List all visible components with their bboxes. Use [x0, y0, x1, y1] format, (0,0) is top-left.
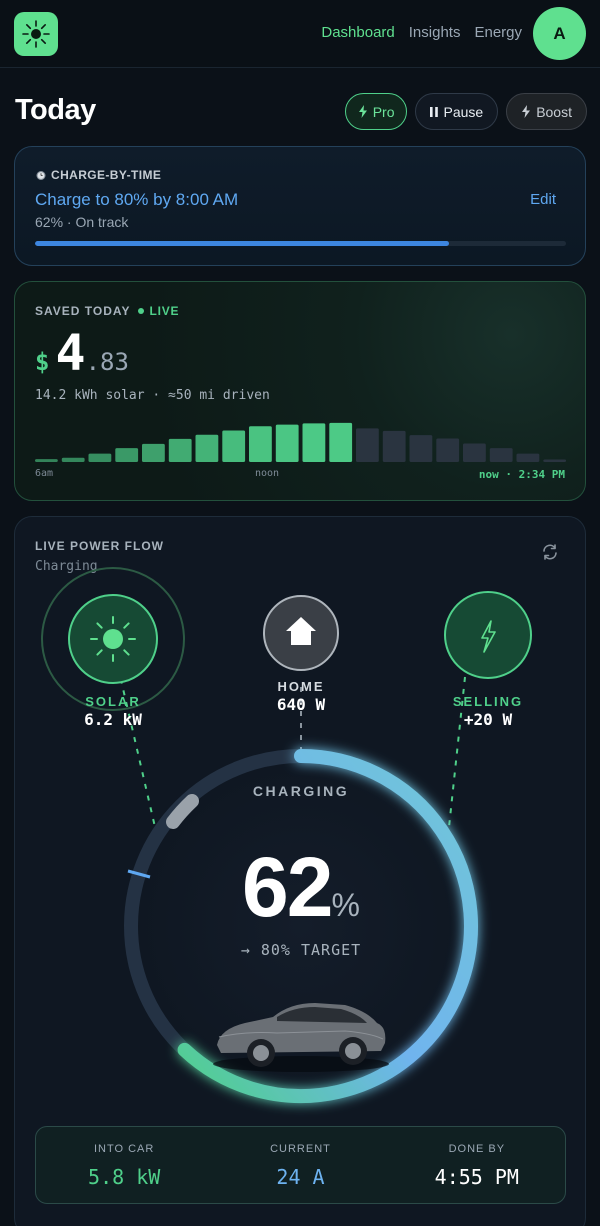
charge-by-time-card: CHARGE-BY-TIME Charge to 80% by 8:00 AM … — [14, 146, 586, 266]
stat-value: 4:55 PM — [434, 1165, 519, 1189]
bolt-icon — [522, 105, 531, 118]
charge-goal-status: 62% · On track — [35, 214, 129, 230]
savings-bar — [61, 457, 85, 462]
savings-bar — [88, 453, 112, 462]
saved-today-card: SAVED TODAY LIVE $ 4 .83 14.2 kWh solar … — [14, 281, 586, 501]
savings-bar — [115, 448, 139, 462]
saved-subtitle: 14.2 kWh solar · ≈50 mi driven — [35, 388, 270, 403]
charge-goal-progress — [35, 241, 566, 246]
stat-value: 24 A — [276, 1165, 325, 1189]
saved-currency: $ — [35, 348, 50, 376]
solar-value: 6.2 kW — [84, 710, 142, 729]
sun-icon — [22, 20, 50, 48]
charge-percent: 62% — [201, 839, 401, 936]
top-nav: Dashboard Insights Energy A — [0, 0, 600, 68]
saved-amount-dec: .83 — [85, 348, 129, 376]
saved-amount: $ 4 .83 — [35, 324, 129, 382]
savings-bar — [516, 453, 540, 462]
savings-bar — [302, 423, 326, 462]
edit-button[interactable]: Edit — [530, 191, 556, 208]
user-avatar[interactable]: A — [533, 7, 586, 60]
savings-bar — [142, 443, 165, 462]
savings-bar — [356, 428, 379, 462]
savings-bar-chart — [35, 422, 566, 462]
app-logo[interactable] — [14, 12, 58, 56]
now-label: now · 2:34 PM — [478, 468, 565, 481]
power-flow-card: LIVE POWER FLOW Charging SOLAR 6.2 kW HO… — [14, 516, 586, 1226]
savings-bar — [489, 448, 513, 462]
savings-bar — [249, 426, 272, 462]
charging-label: CHARGING — [252, 783, 350, 799]
pro-label: Pro — [372, 103, 395, 120]
saved-amount-int: 4 — [55, 324, 86, 382]
x-label-noon: noon — [255, 468, 280, 479]
charge-goal-progress-fill — [35, 241, 450, 246]
savings-bar — [436, 438, 460, 462]
savings-bar — [382, 430, 406, 462]
charge-percent-value: 62 — [242, 840, 333, 934]
stat-done-by: DONE BY 4:55 PM — [389, 1127, 565, 1203]
pause-button[interactable]: Pause — [415, 93, 499, 130]
live-badge: LIVE — [138, 304, 179, 318]
charge-goal-title: Charge to 80% by 8:00 AM — [35, 190, 239, 209]
boost-button[interactable]: Boost — [506, 93, 587, 130]
sun-icon — [90, 616, 136, 662]
pause-icon — [430, 106, 439, 117]
stat-label: DONE BY — [448, 1143, 506, 1155]
bolt-icon — [358, 105, 367, 118]
savings-bar — [35, 459, 58, 462]
nav-insights[interactable]: Insights — [409, 24, 461, 41]
stat-current: CURRENT 24 A — [212, 1127, 388, 1203]
nav-dashboard[interactable]: Dashboard — [321, 24, 394, 41]
live-label: LIVE — [149, 304, 180, 318]
charge-target: → 80% TARGET — [240, 941, 362, 959]
pro-button[interactable]: Pro — [344, 93, 408, 130]
savings-bar — [543, 459, 566, 462]
nav-energy[interactable]: Energy — [474, 24, 522, 41]
charge-percent-symbol: % — [331, 887, 360, 923]
savings-bar — [195, 434, 219, 462]
stat-into-car: INTO CAR 5.8 kW — [36, 1127, 212, 1203]
savings-bar — [329, 422, 353, 462]
home-label: HOME — [277, 679, 325, 694]
pause-label: Pause — [443, 103, 484, 120]
stat-label: INTO CAR — [93, 1143, 155, 1155]
power-flow-diagram — [41, 567, 532, 1103]
savings-bar — [222, 430, 246, 462]
savings-bar — [463, 443, 486, 462]
charge-stats: INTO CAR 5.8 kW CURRENT 24 A DONE BY 4:5… — [35, 1126, 566, 1204]
selling-value: +20 W — [463, 710, 513, 729]
charge-by-time-label: CHARGE-BY-TIME — [51, 168, 162, 182]
stat-label: CURRENT — [270, 1143, 331, 1155]
x-label-6am: 6am — [35, 468, 54, 479]
solar-connector — [117, 666, 156, 828]
saved-today-label: SAVED TODAY — [35, 304, 131, 318]
page-title: Today — [15, 94, 96, 126]
selling-node[interactable] — [444, 591, 532, 679]
live-dot — [138, 308, 145, 314]
savings-bar — [275, 424, 299, 462]
alarm-clock-icon — [36, 171, 46, 180]
home-value: 640 W — [276, 695, 326, 714]
stat-value: 5.8 kW — [88, 1165, 161, 1189]
savings-bar — [409, 435, 433, 462]
selling-label: SELLING — [452, 694, 524, 709]
boost-label: Boost — [536, 103, 572, 120]
savings-bar — [168, 438, 192, 462]
solar-label: SOLAR — [85, 694, 141, 709]
